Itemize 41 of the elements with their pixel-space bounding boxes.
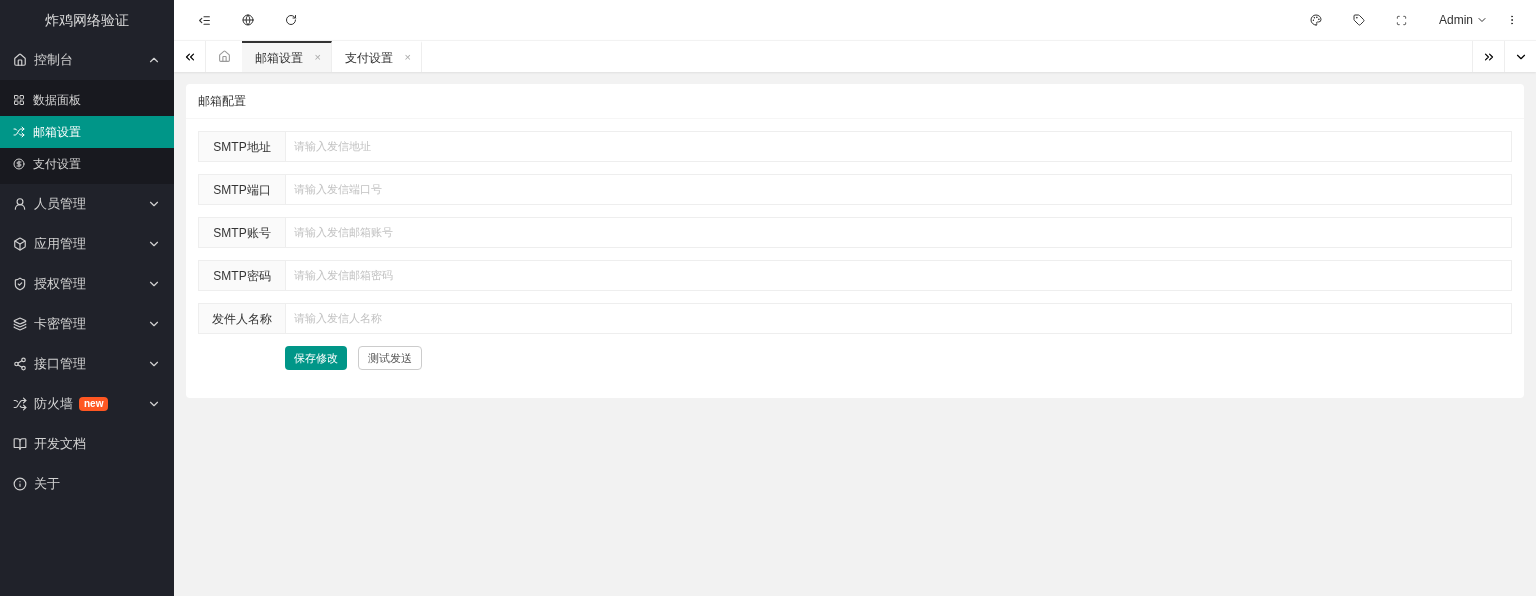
sidebar-item[interactable]: 防火墙 new [0, 384, 174, 424]
user-icon [13, 197, 27, 211]
coin-icon [13, 158, 25, 170]
sidebar-item[interactable]: 卡密管理 [0, 304, 174, 344]
sidebar-subitem[interactable]: 邮箱设置 [0, 116, 174, 148]
sidebar-item[interactable]: 授权管理 [0, 264, 174, 304]
sidebar-item[interactable]: 关于 [0, 464, 174, 504]
test-send-button[interactable]: 测试发送 [358, 346, 422, 370]
sidebar-item[interactable]: 控制台 [0, 40, 174, 80]
user-menu[interactable]: Admin [1439, 11, 1488, 29]
sidebar-item[interactable]: 开发文档 [0, 424, 174, 464]
field-label: SMTP密码 [198, 260, 285, 291]
sidebar-subitem[interactable]: 数据面板 [0, 84, 174, 116]
field-label: 发件人名称 [198, 303, 285, 334]
share-icon [13, 357, 27, 371]
grid-icon [13, 94, 25, 106]
field-label: SMTP地址 [198, 131, 285, 162]
shuffle-icon [13, 126, 25, 138]
info-icon [13, 477, 27, 491]
book-icon [13, 437, 27, 451]
field-label: SMTP账号 [198, 217, 285, 248]
refresh-icon[interactable] [283, 12, 299, 28]
layers-icon [13, 317, 27, 331]
sidebar-subitem[interactable]: 支付设置 [0, 148, 174, 180]
sidebar-item[interactable]: 应用管理 [0, 224, 174, 264]
save-button[interactable]: 保存修改 [285, 346, 347, 370]
shuffle-icon [13, 397, 27, 411]
page-tab[interactable]: 支付设置 × [332, 41, 422, 72]
card-title: 邮箱配置 [186, 84, 1524, 119]
sidebar-item[interactable]: 接口管理 [0, 344, 174, 384]
globe-icon[interactable] [240, 12, 256, 28]
page-tab[interactable]: 邮箱设置 × [242, 41, 332, 72]
field-label: SMTP端口 [198, 174, 285, 205]
palette-icon[interactable] [1308, 12, 1324, 28]
sidebar-item[interactable]: 人员管理 [0, 184, 174, 224]
shield-check-icon [13, 277, 27, 291]
app-title: 炸鸡网络验证 [45, 10, 129, 30]
new-badge: new [79, 397, 109, 411]
home-icon [13, 53, 27, 67]
tag-icon[interactable] [1351, 12, 1367, 28]
cube-icon [13, 237, 27, 251]
